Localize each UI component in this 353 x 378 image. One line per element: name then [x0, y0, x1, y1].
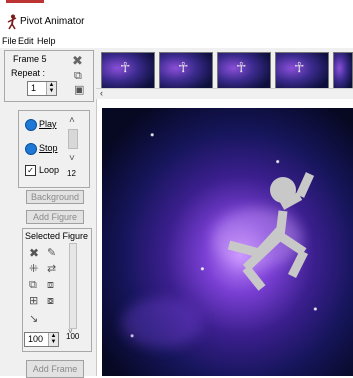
top-edge — [0, 0, 353, 10]
loop-label: Loop — [39, 165, 60, 175]
speed-slider[interactable] — [68, 129, 78, 149]
color-figure-icon[interactable]: ⇄ — [47, 263, 56, 275]
frame-panel: Frame 5 Repeat : 1 ▲ ▼ ✖ ⧉ ▣ — [4, 50, 94, 102]
pivot-app-icon — [7, 14, 17, 30]
delete-figure-icon[interactable]: ✖ — [29, 247, 39, 259]
menu-edit[interactable]: Edit — [18, 36, 34, 46]
menu-help[interactable]: Help — [37, 36, 56, 46]
size-stepper-arrows-icon[interactable]: ▲ ▼ — [48, 333, 58, 346]
delete-frame-icon[interactable]: ✖ — [72, 54, 83, 67]
background-button[interactable]: Background — [26, 190, 84, 204]
window-title: Pivot Animator — [20, 16, 85, 27]
copy-figure-icon[interactable]: ⧉ — [29, 279, 37, 291]
stop-button[interactable]: Stop — [39, 143, 58, 153]
loop-checkbox[interactable]: ✓ — [25, 165, 36, 176]
edit-figure-icon[interactable]: ✎ — [47, 247, 56, 259]
paste-frame-icon[interactable]: ▣ — [74, 84, 84, 96]
stepper-arrows-icon[interactable]: ▲ ▼ — [46, 82, 56, 95]
playback-panel: Play Stop ✓ Loop ˄ ˅ 12 — [18, 110, 90, 188]
back-figure-icon[interactable]: ⧇ — [47, 295, 54, 307]
stickman-thumbnail-icon: ☥ — [120, 59, 131, 75]
frame-label: Frame 5 — [13, 54, 47, 64]
speed-down-icon[interactable]: ˅ — [69, 153, 75, 164]
sidebar: Frame 5 Repeat : 1 ▲ ▼ ✖ ⧉ ▣ Play Stop ✓ … — [0, 48, 97, 378]
add-figure-button[interactable]: Add Figure — [26, 210, 84, 224]
repeat-label: Repeat : — [11, 68, 46, 78]
play-button[interactable]: Play — [39, 119, 57, 129]
frame-thumbnail[interactable]: ☥ — [101, 52, 155, 92]
repeat-stepper[interactable]: 1 ▲ ▼ — [27, 81, 57, 96]
filmstrip-scrollbar[interactable]: ‹ — [96, 88, 353, 99]
size-slider[interactable] — [69, 243, 77, 329]
size-up-icon[interactable]: ˄ — [68, 233, 73, 242]
stop-icon[interactable] — [25, 143, 37, 155]
menu-bar: File Edit Help — [0, 34, 353, 48]
stickman-figure[interactable] — [102, 108, 353, 376]
stickman-thumbnail-icon: ☥ — [178, 59, 189, 75]
frame-thumbnail[interactable]: ☥ — [159, 52, 213, 92]
play-icon[interactable] — [25, 119, 37, 131]
copy-frame-icon[interactable]: ⧉ — [74, 70, 82, 82]
size-max-label: 100 — [66, 332, 80, 341]
menu-file[interactable]: File — [2, 36, 17, 46]
join-figure-icon[interactable]: ⊞ — [29, 295, 38, 307]
top-edge-mark — [6, 0, 44, 3]
frame-thumbnail[interactable]: ☥ — [217, 52, 271, 92]
frame-thumbnail[interactable] — [333, 52, 353, 92]
repeat-value: 1 — [31, 83, 37, 93]
scroll-left-icon[interactable]: ‹ — [100, 88, 103, 98]
speed-up-icon[interactable]: ˄ — [69, 115, 75, 126]
figure-size-stepper[interactable]: 100 ▲ ▼ — [24, 332, 59, 347]
frame-thumbnail[interactable]: ☥ — [275, 52, 329, 92]
stickman-thumbnail-icon: ☥ — [294, 59, 305, 75]
figure-size-value: 100 — [28, 334, 44, 344]
animation-canvas[interactable] — [102, 108, 353, 376]
flip-figure-icon[interactable]: ⁜ — [29, 263, 38, 275]
front-figure-icon[interactable]: ⧈ — [47, 279, 54, 291]
speed-value: 12 — [67, 169, 76, 178]
add-frame-button[interactable]: Add Frame — [26, 360, 84, 378]
title-bar: Pivot Animator — [0, 10, 353, 34]
segment-figure-icon[interactable]: ↘ — [29, 313, 38, 325]
stickman-thumbnail-icon: ☥ — [236, 59, 247, 75]
selected-figure-label: Selected Figure — [25, 231, 89, 241]
